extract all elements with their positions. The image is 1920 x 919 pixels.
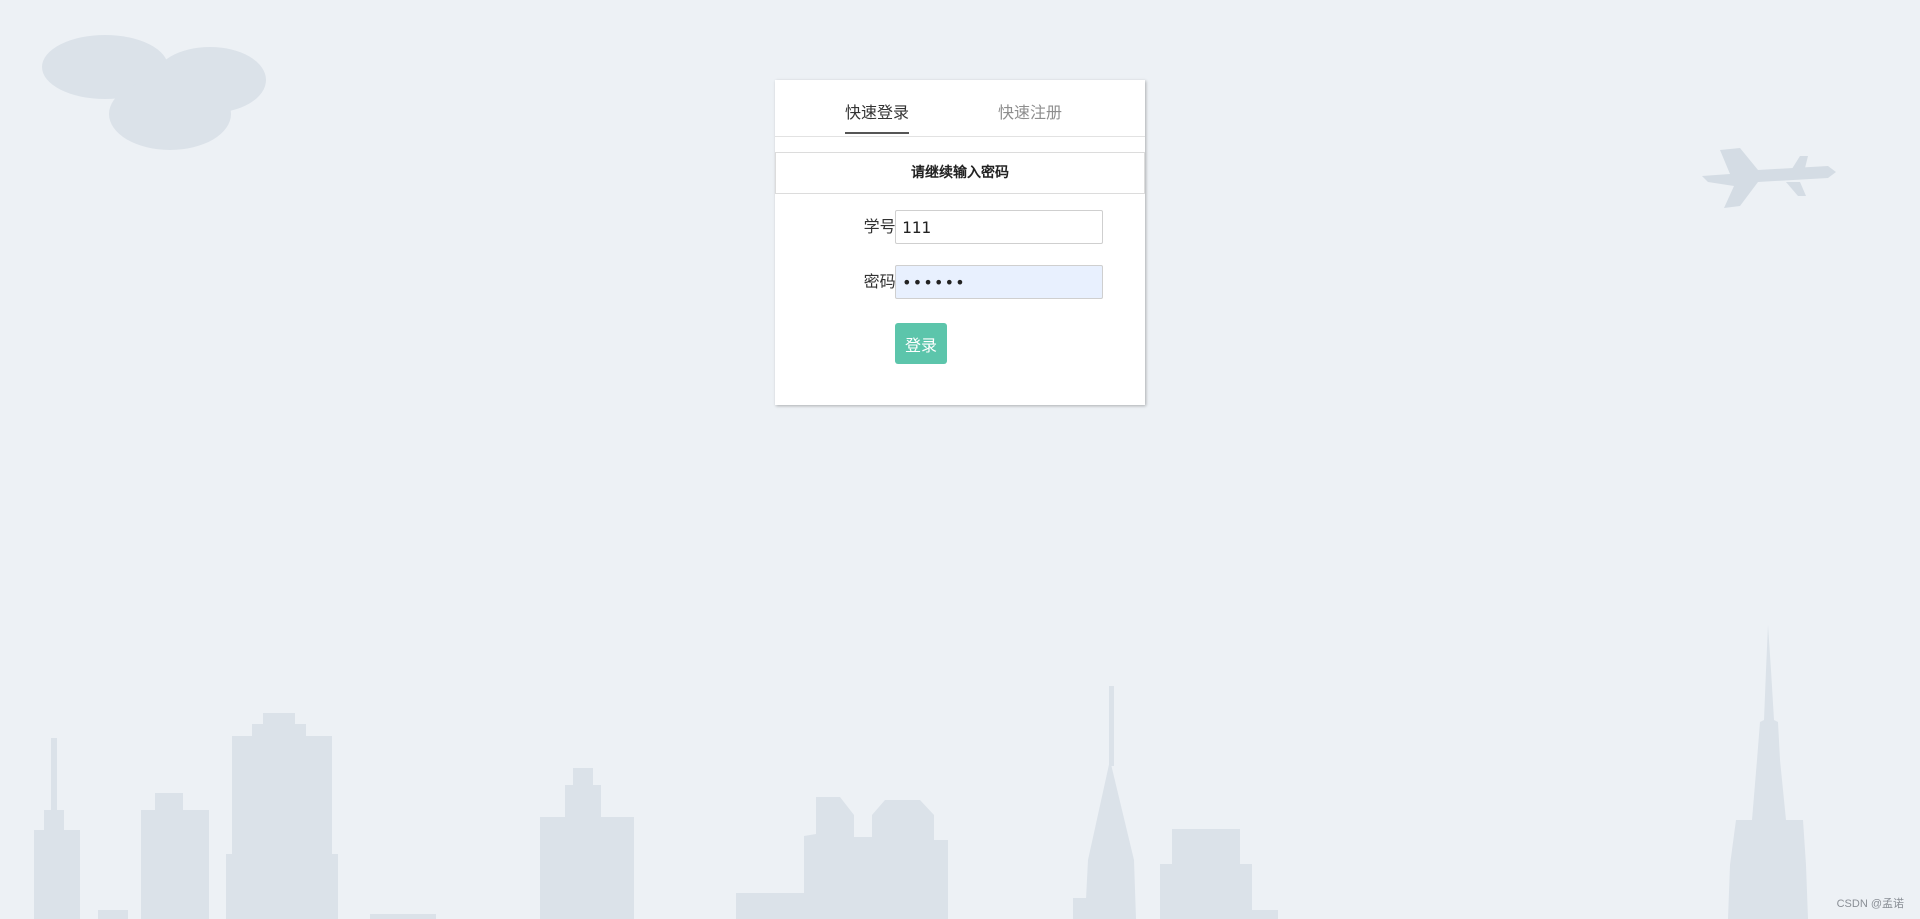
tab-quick-login[interactable]: 快速登录 xyxy=(845,102,910,134)
cloud-icon xyxy=(42,35,266,150)
password-label: 密码: xyxy=(863,272,901,291)
city-skyline xyxy=(34,625,1808,919)
login-page: 快速登录 快速注册 请继续输入密码 学号: 密码: 登录 CSDN @孟诺 xyxy=(0,0,1920,919)
login-button[interactable]: 登录 xyxy=(895,323,947,364)
login-card: 快速登录 快速注册 请继续输入密码 学号: 密码: 登录 xyxy=(775,80,1145,405)
watermark: CSDN @孟诺 xyxy=(1836,898,1904,910)
airplane-icon xyxy=(1702,148,1836,208)
password-input[interactable] xyxy=(895,265,1103,299)
password-row: 密码: xyxy=(775,265,1145,299)
student-id-row: 学号: xyxy=(775,210,1145,244)
auth-tabs: 快速登录 快速注册 xyxy=(775,80,1145,137)
student-id-input[interactable] xyxy=(895,210,1103,244)
tab-quick-register[interactable]: 快速注册 xyxy=(998,102,1062,132)
notice-banner: 请继续输入密码 xyxy=(775,152,1145,194)
student-id-label: 学号: xyxy=(863,217,901,236)
